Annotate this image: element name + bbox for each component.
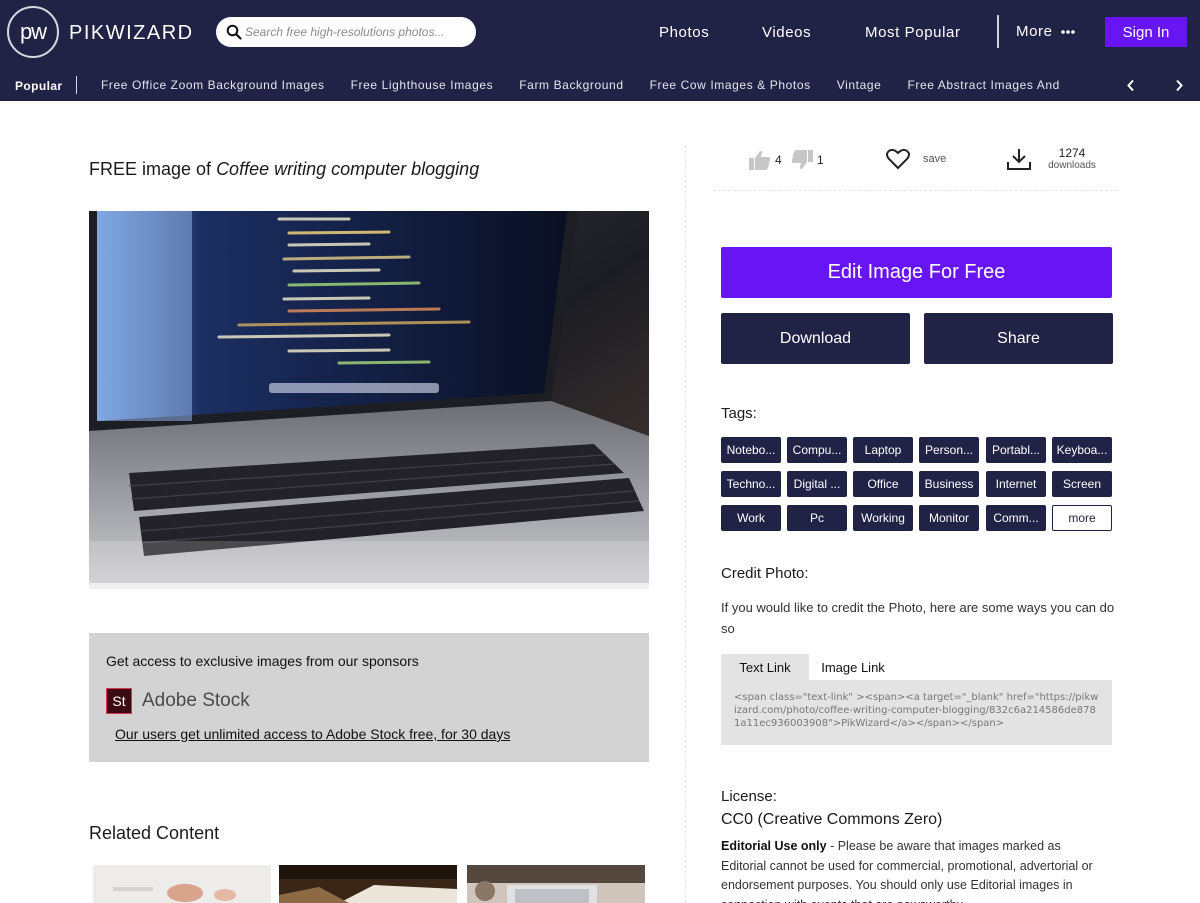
tags-heading: Tags: xyxy=(721,405,757,422)
tag-chip[interactable]: Pc xyxy=(787,505,847,531)
share-button[interactable]: Share xyxy=(924,313,1113,364)
credit-description: If you would like to credit the Photo, h… xyxy=(721,600,1115,636)
search-box[interactable] xyxy=(216,17,476,47)
related-content-heading: Related Content xyxy=(89,823,220,843)
tag-chip[interactable]: Laptop xyxy=(853,437,913,463)
tag-chip[interactable]: Business xyxy=(919,471,979,497)
stats-divider xyxy=(713,190,1118,191)
search-icon xyxy=(226,24,242,40)
license-heading: License: xyxy=(721,788,777,805)
likes-count: 4 xyxy=(775,153,782,167)
pikwizard-logo-mark[interactable]: pw xyxy=(7,6,59,58)
downloads-count: 1274 xyxy=(1058,146,1086,160)
tag-chip[interactable]: Notebo... xyxy=(721,437,781,463)
nav-divider xyxy=(997,15,999,48)
chevron-right-icon[interactable] xyxy=(1174,79,1184,92)
nav-most-popular-link[interactable]: Most Popular xyxy=(865,24,961,41)
downloads-label: downloads xyxy=(1048,160,1096,171)
download-icon[interactable] xyxy=(1007,148,1031,170)
nav-more-label: More xyxy=(1016,23,1053,40)
tag-chip[interactable]: Monitor xyxy=(919,505,979,531)
sponsor-heading: Get access to exclusive images from our … xyxy=(106,653,419,669)
adobe-stock-offer-link[interactable]: Our users get unlimited access to Adobe … xyxy=(115,726,510,742)
related-thumbnail[interactable] xyxy=(467,865,645,903)
credit-photo-heading: Credit Photo: xyxy=(721,565,809,582)
tag-chip[interactable]: Compu... xyxy=(787,437,847,463)
credit-code-snippet[interactable]: <span class="text-link" ><span><a target… xyxy=(721,680,1112,745)
related-thumbnail[interactable] xyxy=(93,865,271,903)
tag-chip[interactable]: Techno... xyxy=(721,471,781,497)
nav-more-menu[interactable]: More xyxy=(1016,23,1076,40)
editorial-use-label: Editorial Use only xyxy=(721,839,827,853)
tag-chip[interactable]: Office xyxy=(853,471,913,497)
main-photo[interactable] xyxy=(89,211,649,583)
category-link[interactable]: Farm Background xyxy=(519,70,623,101)
related-thumbnail-image xyxy=(93,865,271,903)
tag-chip[interactable]: Working xyxy=(853,505,913,531)
edit-image-button[interactable]: Edit Image For Free xyxy=(721,247,1112,298)
category-strip: Free Office Zoom Background Images Free L… xyxy=(101,70,1100,101)
thumbs-down-icon[interactable] xyxy=(791,150,813,170)
save-label[interactable]: save xyxy=(923,153,946,165)
heart-icon[interactable] xyxy=(886,148,910,170)
nav-photos-link[interactable]: Photos xyxy=(659,24,709,41)
tab-text-link[interactable]: Text Link xyxy=(721,654,809,680)
dislikes-count: 1 xyxy=(817,153,824,167)
nav-videos-link[interactable]: Videos xyxy=(762,24,811,41)
category-link[interactable]: Free Cow Images & Photos xyxy=(650,70,811,101)
more-dots-icon xyxy=(1061,30,1076,34)
tag-chip[interactable]: Person... xyxy=(919,437,979,463)
tag-chip[interactable]: Screen xyxy=(1052,471,1112,497)
tag-chip[interactable]: Keyboa... xyxy=(1052,437,1112,463)
category-link[interactable]: Free Abstract Images And xyxy=(907,70,1059,101)
chevron-left-icon[interactable] xyxy=(1126,79,1136,92)
tags-more-button[interactable]: more xyxy=(1052,505,1112,531)
download-button[interactable]: Download xyxy=(721,313,910,364)
title-prefix: FREE image of xyxy=(89,159,212,179)
adobe-stock-logo: St xyxy=(106,688,132,714)
tag-chip[interactable]: Comm... xyxy=(986,505,1046,531)
tag-chip[interactable]: Work xyxy=(721,505,781,531)
category-link[interactable]: Free Office Zoom Background Images xyxy=(101,70,325,101)
tag-chip[interactable]: Digital ... xyxy=(787,471,847,497)
related-thumbnail-image xyxy=(279,865,457,903)
license-name: CC0 (Creative Commons Zero) xyxy=(721,811,943,828)
adobe-stock-brand: Adobe Stock xyxy=(142,690,250,711)
column-divider xyxy=(685,145,686,903)
search-input[interactable] xyxy=(245,17,467,47)
tab-image-link[interactable]: Image Link xyxy=(809,654,897,680)
related-thumbnail-image xyxy=(467,865,645,903)
title-subject: Coffee writing computer blogging xyxy=(216,159,480,179)
sign-in-button[interactable]: Sign In xyxy=(1105,17,1187,47)
category-link[interactable]: Vintage xyxy=(837,70,882,101)
category-link[interactable]: Free Lighthouse Images xyxy=(351,70,494,101)
category-popular-label[interactable]: Popular xyxy=(15,79,62,93)
tag-chip[interactable]: Portabl... xyxy=(986,437,1046,463)
license-description: Editorial Use only - Please be aware tha… xyxy=(721,837,1106,903)
category-bar: Popular Free Office Zoom Background Imag… xyxy=(0,70,1200,101)
top-navigation-bar: pw PIKWIZARD Photos Videos Most Popular … xyxy=(0,0,1200,70)
photo-shadow xyxy=(89,583,649,589)
pikwizard-logo-text[interactable]: PIKWIZARD xyxy=(69,22,194,45)
tag-chip[interactable]: Internet xyxy=(986,471,1046,497)
laptop-photo-illustration xyxy=(89,211,649,583)
thumbs-up-icon[interactable] xyxy=(749,150,771,170)
related-thumbnail[interactable] xyxy=(279,865,457,903)
sponsor-box: Get access to exclusive images from our … xyxy=(89,633,649,762)
page-title: FREE image of Coffee writing computer bl… xyxy=(89,159,479,180)
category-divider xyxy=(76,76,77,94)
